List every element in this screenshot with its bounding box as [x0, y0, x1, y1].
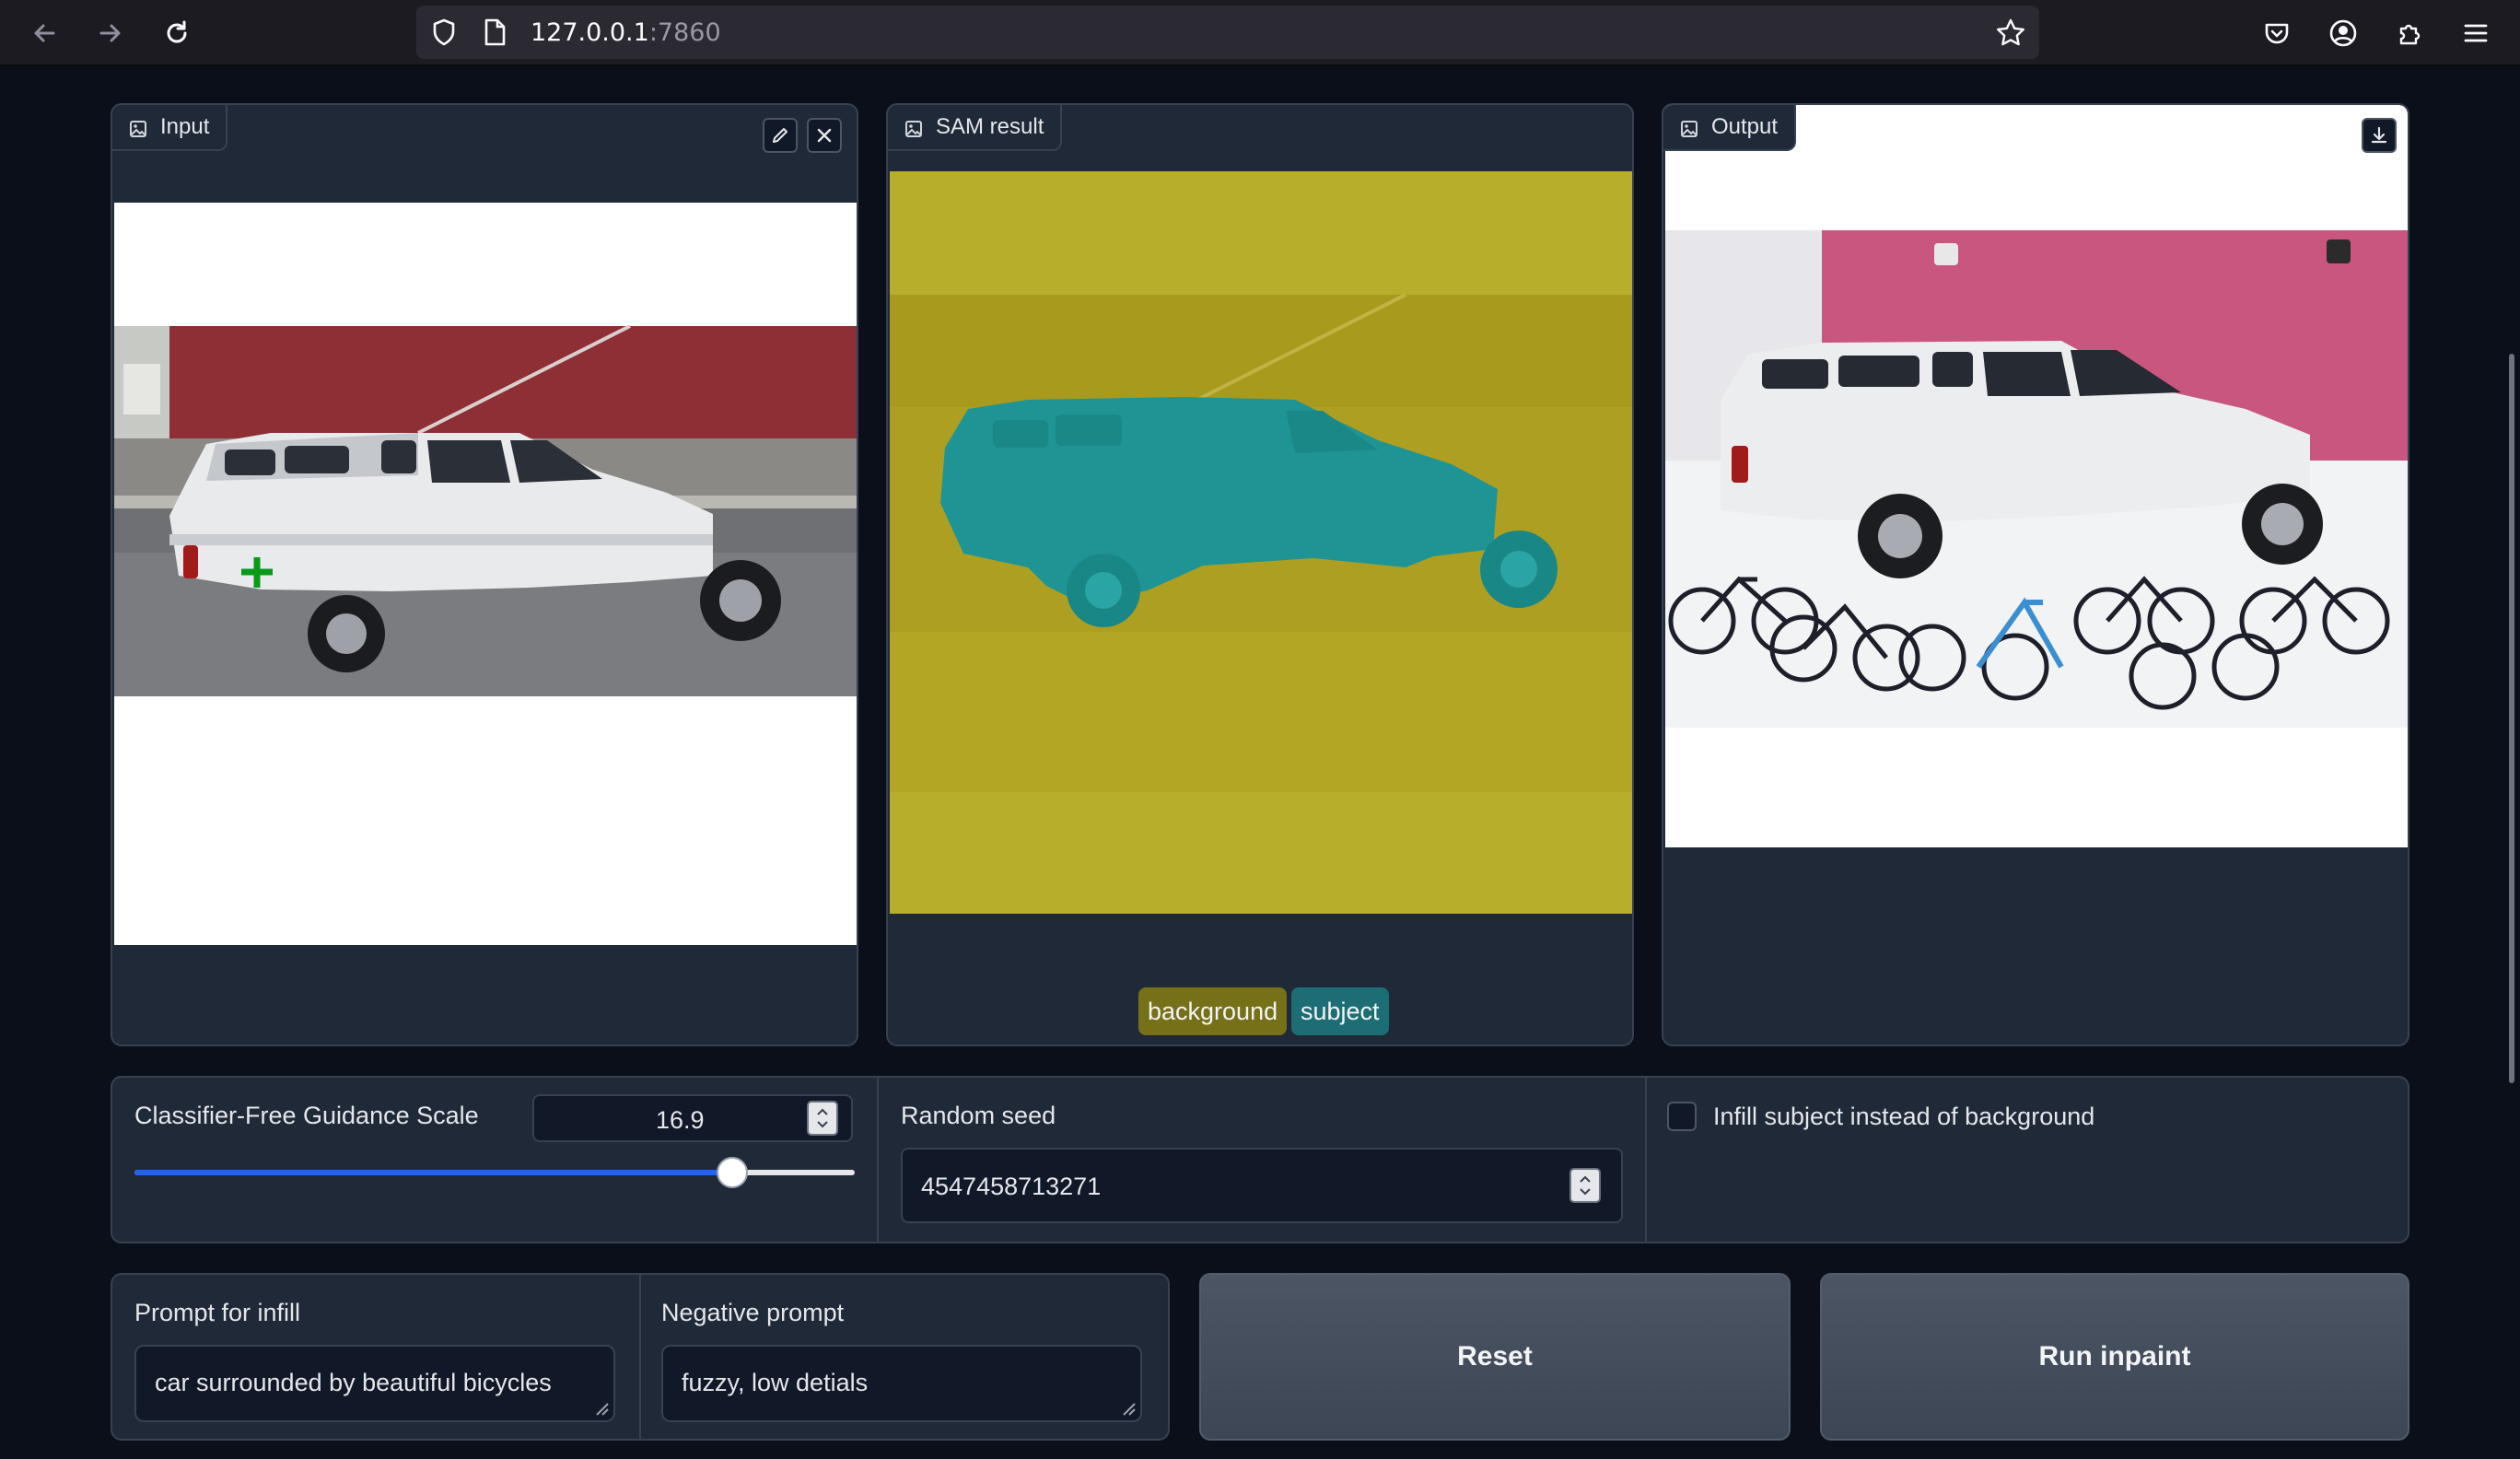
page-scrollbar[interactable] [2509, 354, 2514, 1083]
infill-prompt-value: car surrounded by beautiful bicycles [155, 1369, 552, 1396]
sam-result-panel: SAM result background subject [886, 103, 1634, 1046]
legend-subject-label: subject [1301, 997, 1380, 1025]
divider [1645, 1078, 1647, 1242]
input-image[interactable] [114, 203, 857, 945]
bookmark-star-icon[interactable] [1995, 18, 2026, 49]
divider [639, 1275, 641, 1439]
legend-background-label: background [1148, 997, 1278, 1025]
run-inpaint-button[interactable]: Run inpaint [1820, 1273, 2409, 1441]
guidance-slider-fill [134, 1170, 731, 1175]
controls-row: Classifier-Free Guidance Scale 16.9 Rand… [111, 1076, 2409, 1243]
segmentation-mask [890, 293, 1632, 792]
address-bar[interactable]: 127.0.0.1:7860 [416, 6, 2039, 59]
truck-photo [114, 324, 857, 696]
page-icon [481, 18, 508, 47]
image-icon [1681, 121, 1698, 137]
image-icon [905, 121, 922, 137]
output-image [1665, 105, 2408, 847]
reload-icon[interactable] [157, 13, 197, 53]
resize-handle-icon[interactable] [591, 1398, 610, 1417]
negative-prompt-textarea[interactable]: fuzzy, low detials [661, 1345, 1142, 1422]
pocket-icon[interactable] [2257, 13, 2297, 53]
infill-subject-label: Infill subject instead of background [1713, 1103, 2095, 1130]
divider [877, 1078, 879, 1242]
legend-subject: subject [1291, 987, 1389, 1035]
guidance-scale-label: Classifier-Free Guidance Scale [134, 1102, 479, 1129]
shield-icon[interactable] [429, 18, 459, 47]
sam-segmentation-image [890, 171, 1632, 914]
sam-panel-label: SAM result [888, 105, 1063, 151]
negative-prompt-value: fuzzy, low detials [682, 1369, 869, 1396]
edit-pencil-icon[interactable] [763, 118, 798, 153]
prompts-panel: Prompt for infill car surrounded by beau… [111, 1273, 1170, 1441]
output-panel-label: Output [1663, 105, 1797, 151]
output-image-panel: Output [1662, 103, 2409, 1046]
resize-handle-icon[interactable] [1118, 1398, 1137, 1417]
random-seed-input[interactable]: 4547458713271 [901, 1148, 1623, 1223]
url-port: :7860 [648, 18, 721, 47]
reset-button-label: Reset [1457, 1341, 1533, 1371]
output-label-text: Output [1711, 114, 1779, 139]
infill-subject-checkbox[interactable] [1667, 1102, 1697, 1131]
random-seed-label: Random seed [901, 1102, 1056, 1129]
download-icon[interactable] [2362, 118, 2397, 153]
seed-spinner-icon[interactable] [1569, 1168, 1601, 1203]
reset-button[interactable]: Reset [1199, 1273, 1791, 1441]
extensions-icon[interactable] [2389, 13, 2430, 53]
url-host: 127.0.0.1 [531, 18, 649, 47]
image-icon [130, 121, 146, 137]
input-image-panel: Input [111, 103, 858, 1046]
infill-prompt-label: Prompt for infill [134, 1299, 301, 1326]
guidance-slider-handle[interactable] [717, 1157, 748, 1188]
account-icon[interactable] [2323, 13, 2363, 53]
run-inpaint-button-label: Run inpaint [2038, 1341, 2191, 1371]
random-seed-value: 4547458713271 [921, 1173, 1102, 1200]
inpainted-photo [1665, 230, 2408, 728]
back-arrow-icon[interactable] [24, 13, 64, 53]
negative-prompt-label: Negative prompt [661, 1299, 845, 1326]
guidance-scale-value: 16.9 [656, 1106, 705, 1134]
forward-arrow-icon[interactable] [90, 13, 131, 53]
sam-label-text: SAM result [936, 114, 1044, 139]
legend-background: background [1138, 987, 1288, 1035]
input-label-text: Input [160, 114, 210, 139]
infill-prompt-textarea[interactable]: car surrounded by beautiful bicycles [134, 1345, 615, 1422]
input-panel-label: Input [112, 105, 228, 151]
guidance-slider-track[interactable] [134, 1157, 855, 1188]
guidance-scale-input[interactable]: 16.9 [532, 1094, 853, 1142]
browser-toolbar: 127.0.0.1:7860 [0, 0, 2520, 66]
clear-image-close-icon[interactable] [807, 118, 842, 153]
menu-hamburger-icon[interactable] [2456, 13, 2496, 53]
url-text[interactable]: 127.0.0.1:7860 [531, 18, 721, 47]
guidance-spinner-icon[interactable] [807, 1101, 838, 1136]
